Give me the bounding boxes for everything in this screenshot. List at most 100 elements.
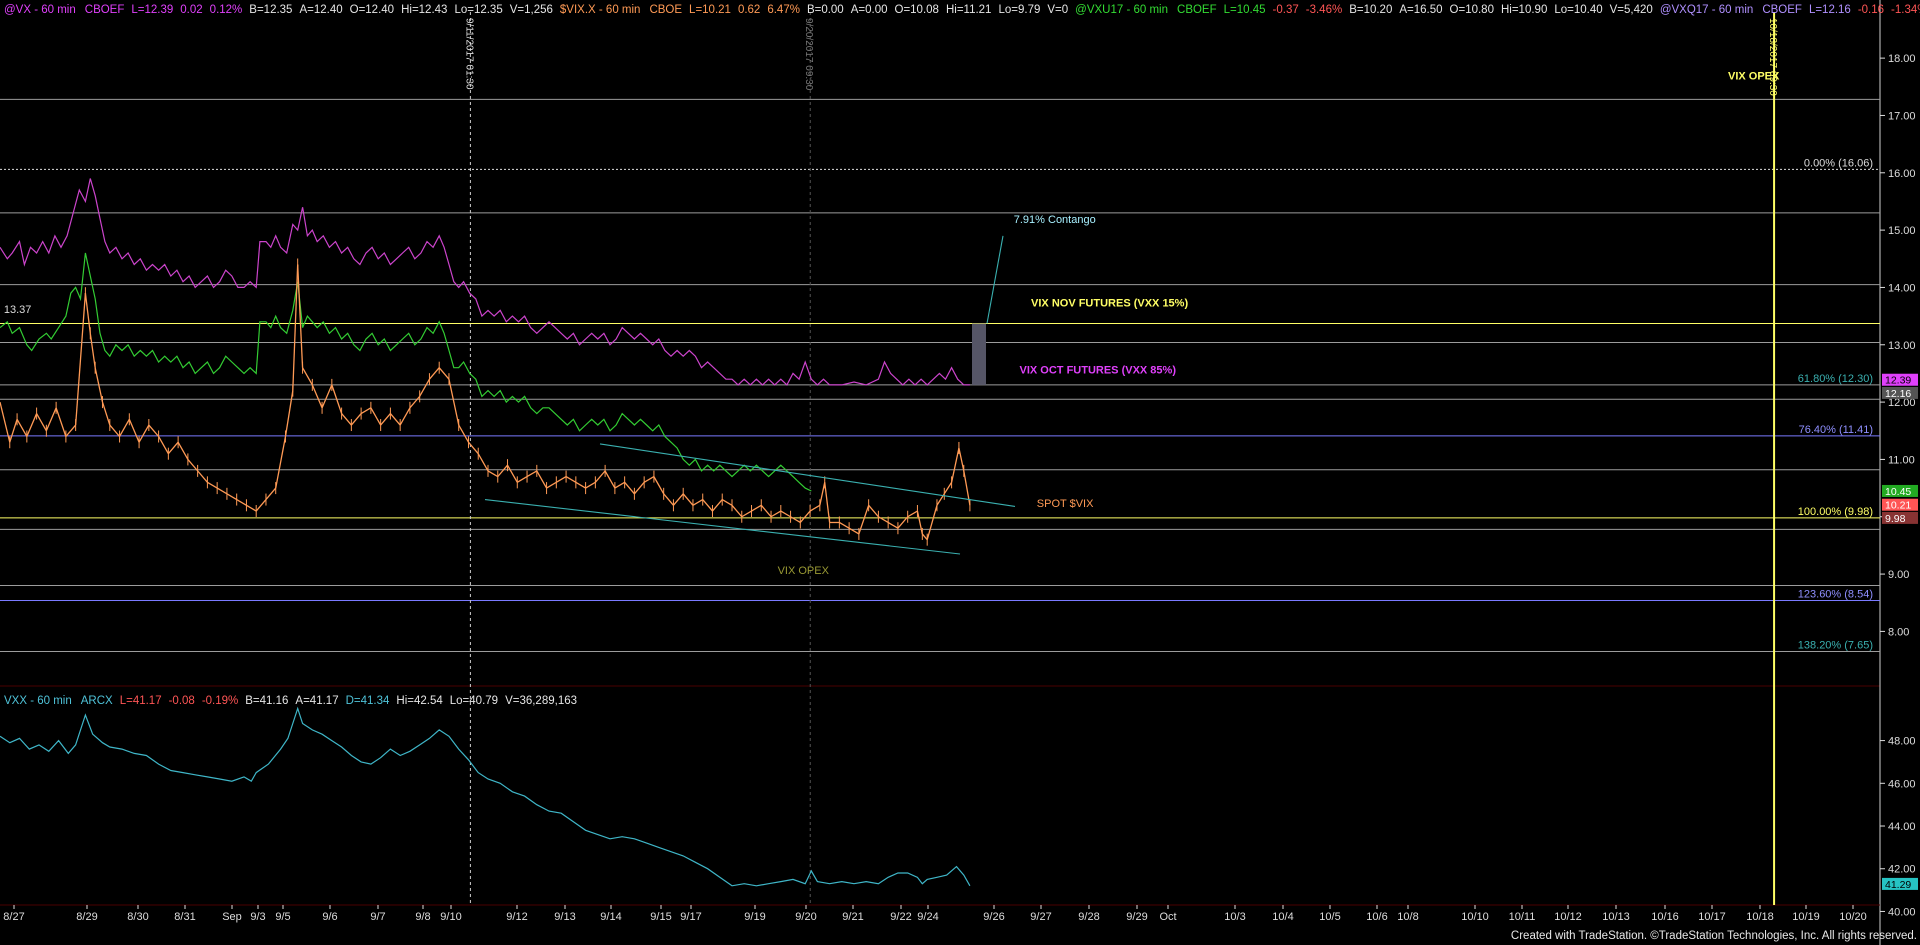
- header-field: L=12.39: [131, 4, 174, 16]
- x-tick-label: 9/13: [554, 911, 575, 923]
- vix-spot-segment: [692, 498, 704, 506]
- header-symbol: VXX - 60 min: [4, 695, 72, 707]
- header-field: L=10.21: [689, 4, 731, 16]
- fib-label: 61.80% (12.30): [1798, 373, 1873, 385]
- header-field: B=0.00: [806, 4, 844, 16]
- vix-spot-segment: [731, 504, 743, 518]
- chart-annotation: VIX OPEX: [778, 565, 830, 577]
- vix-spot-segment: [780, 510, 791, 518]
- header-symbol: @VX - 60 min: [4, 4, 76, 16]
- vix-spot-segment: [9, 419, 18, 443]
- header-field: L=12.16: [1808, 4, 1851, 16]
- vix-spot-segment: [555, 476, 567, 483]
- chart-annotation: VIX NOV FUTURES (VXX 15%): [1031, 297, 1188, 309]
- series-line-vx_next: [0, 252, 812, 492]
- vix-spot-segment: [84, 293, 91, 334]
- main-panel-header: @VX - 60 min CBOEF L=12.39 0.02 0.12% B=12.35…: [4, 3, 1920, 17]
- vix-spot-segment: [958, 447, 965, 472]
- y-tick-label: 44.00: [1888, 821, 1916, 833]
- header-field: -0.16: [1857, 4, 1885, 16]
- vix-spot-segment: [301, 367, 313, 386]
- header-field: A=12.40: [299, 4, 343, 16]
- vix-spot-segment: [643, 476, 655, 483]
- vix-spot-segment: [216, 487, 228, 495]
- vix-spot-segment: [45, 407, 57, 432]
- header-field: Lo=10.40: [1554, 4, 1603, 16]
- header-field: V=0: [1047, 4, 1069, 16]
- header-exchange: CBOEF: [1177, 4, 1217, 16]
- vix-spot-segment: [109, 424, 121, 437]
- x-tick-label: 9/27: [1030, 911, 1051, 923]
- vix-spot-segment: [255, 499, 267, 512]
- header-field: Hi=11.21: [945, 4, 992, 16]
- header-symbol: @VXU17 - 60 min: [1075, 4, 1169, 16]
- price-chart: 8.009.0010.0011.0012.0013.0014.0015.0016…: [0, 0, 1918, 945]
- header-field: -0.37: [1272, 4, 1299, 16]
- vix-spot-segment: [926, 505, 938, 540]
- footer-credit: Created with TradeStation. ©TradeStation…: [1510, 930, 1917, 942]
- series-line-vxx: [0, 706, 971, 887]
- chart-annotation: VIX OPEX: [1728, 70, 1780, 82]
- vix-spot-segment: [311, 384, 323, 409]
- x-tick-label: 9/24: [917, 911, 938, 923]
- price-tag-label: 9.98: [1885, 513, 1906, 525]
- vix-spot-segment: [350, 413, 362, 426]
- header-field: O=10.80: [1449, 4, 1494, 16]
- vix-spot-segment: [236, 498, 247, 506]
- vix-spot-segment: [419, 378, 431, 397]
- vix-spot-segment: [265, 487, 277, 500]
- y-tick-label: 40.00: [1888, 906, 1916, 918]
- x-tick-label: 9/5: [275, 911, 290, 923]
- vix-spot-segment: [916, 510, 923, 535]
- vix-spot-segment: [187, 459, 199, 472]
- vix-spot-segment: [516, 476, 528, 483]
- fib-label: 138.20% (7.65): [1798, 639, 1873, 651]
- chart-annotation: SPOT $VIX: [1037, 498, 1094, 510]
- vix-spot-segment: [292, 264, 299, 391]
- vix-spot-segment: [943, 482, 953, 495]
- vix-spot-segment: [809, 504, 821, 512]
- header-field: V=5,420: [1609, 4, 1653, 16]
- vix-spot-segment: [565, 476, 577, 483]
- y-tick-label: 16.00: [1888, 168, 1916, 180]
- vix-spot-segment: [653, 476, 665, 495]
- x-tick-label: 8/27: [3, 911, 24, 923]
- vix-spot-segment: [711, 499, 723, 512]
- x-tick-label: 9/28: [1078, 911, 1099, 923]
- x-tick-label: 10/17: [1698, 911, 1726, 923]
- lower-panel-header: VXX - 60 min ARCX L=41.17 -0.08 -0.19% B=41.1…: [4, 694, 584, 708]
- contango-pointer: [986, 235, 1004, 324]
- vix-spot-segment: [950, 447, 960, 483]
- vix-spot-segment: [207, 481, 218, 489]
- x-tick-label: 9/10: [440, 911, 461, 923]
- header-field: -3.46%: [1305, 4, 1343, 16]
- fib-label: 100.00% (9.98): [1798, 506, 1873, 518]
- vix-spot-segment: [751, 504, 762, 512]
- x-tick-label: 10/8: [1397, 911, 1418, 923]
- vix-spot-segment: [74, 293, 87, 426]
- y-tick-label: 42.00: [1888, 864, 1916, 876]
- vix-spot-segment: [760, 504, 772, 518]
- vix-spot-segment: [839, 521, 850, 529]
- y-tick-label: 14.00: [1888, 282, 1916, 294]
- price-tag-label: 12.39: [1885, 375, 1911, 387]
- x-tick-label: 10/5: [1319, 911, 1340, 923]
- header-field: L=10.45: [1223, 4, 1266, 16]
- vix-spot-segment: [118, 418, 130, 437]
- fib-label: 0.00% (16.06): [1804, 157, 1873, 169]
- vix-spot-segment: [448, 379, 460, 426]
- vix-spot-segment: [770, 510, 782, 518]
- y-tick-label: 46.00: [1888, 778, 1916, 790]
- header-exchange: CBOEF: [84, 4, 125, 16]
- y-tick-label: 8.00: [1888, 626, 1909, 638]
- contango-box: [972, 323, 986, 385]
- header-field: -1.34%: [1891, 4, 1920, 16]
- header-symbol: $VIX.X - 60 min: [559, 4, 641, 16]
- chart-annotation: VIX OCT FUTURES (VXX 85%): [1020, 364, 1177, 376]
- y-tick-label: 15.00: [1888, 225, 1916, 237]
- vix-spot-segment: [26, 413, 38, 437]
- vix-spot-segment: [16, 418, 28, 437]
- x-tick-label: 9/17: [680, 911, 701, 923]
- x-tick-label: 10/11: [1509, 911, 1536, 923]
- vix-spot-segment: [672, 493, 684, 506]
